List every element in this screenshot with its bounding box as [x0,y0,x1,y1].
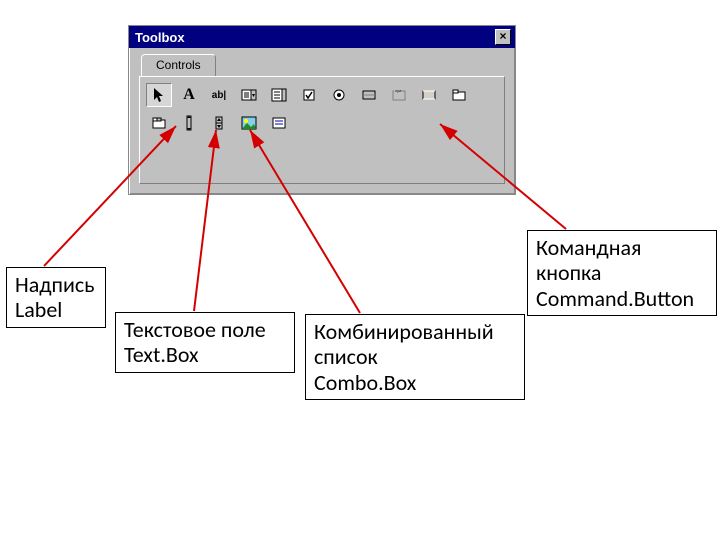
annotation-label-text: НадписьLabel [15,271,95,323]
annotation-label: НадписьLabel [6,267,106,328]
svg-text:xyz: xyz [395,88,401,93]
tool-togglebutton[interactable] [356,83,382,107]
tool-frame[interactable]: xyz [386,83,412,107]
tool-row-1: A ab| xyz [146,83,498,107]
tool-commandbutton[interactable] [416,83,442,107]
annotation-commandbutton: КоманднаякнопкаCommand.Button [527,230,717,316]
annotation-textbox: Текстовое полеText.Box [115,312,295,373]
tool-combobox[interactable] [236,83,262,107]
tool-listbox[interactable] [266,83,292,107]
tab-bar: Controls [129,48,515,76]
tool-multipage[interactable] [146,111,172,135]
tab-controls[interactable]: Controls [141,54,216,76]
tool-spinbutton[interactable] [206,111,232,135]
annotation-combobox: КомбинированныйсписокCombo.Box [305,314,525,400]
tool-label[interactable]: A [176,83,202,107]
tool-checkbox[interactable] [296,83,322,107]
tool-grid: A ab| xyz [139,76,505,184]
toolbox-title: Toolbox [133,30,495,45]
tool-image[interactable] [236,111,262,135]
close-icon[interactable]: × [495,29,511,45]
annotation-textbox-text: Текстовое полеText.Box [124,316,266,368]
tool-pointer[interactable] [146,83,172,107]
tool-textbox[interactable]: ab| [206,83,232,107]
annotation-command-text: КоманднаякнопкаCommand.Button [536,234,694,312]
tool-optionbutton[interactable] [326,83,352,107]
tool-tabstrip[interactable] [446,83,472,107]
toolbox-window: Toolbox × Controls A ab| [128,25,516,195]
tool-row-2 [146,111,498,135]
annotation-combobox-text: КомбинированныйсписокCombo.Box [314,318,494,396]
tool-extra[interactable] [266,111,292,135]
toolbox-titlebar[interactable]: Toolbox × [129,26,515,48]
tool-scrollbar[interactable] [176,111,202,135]
